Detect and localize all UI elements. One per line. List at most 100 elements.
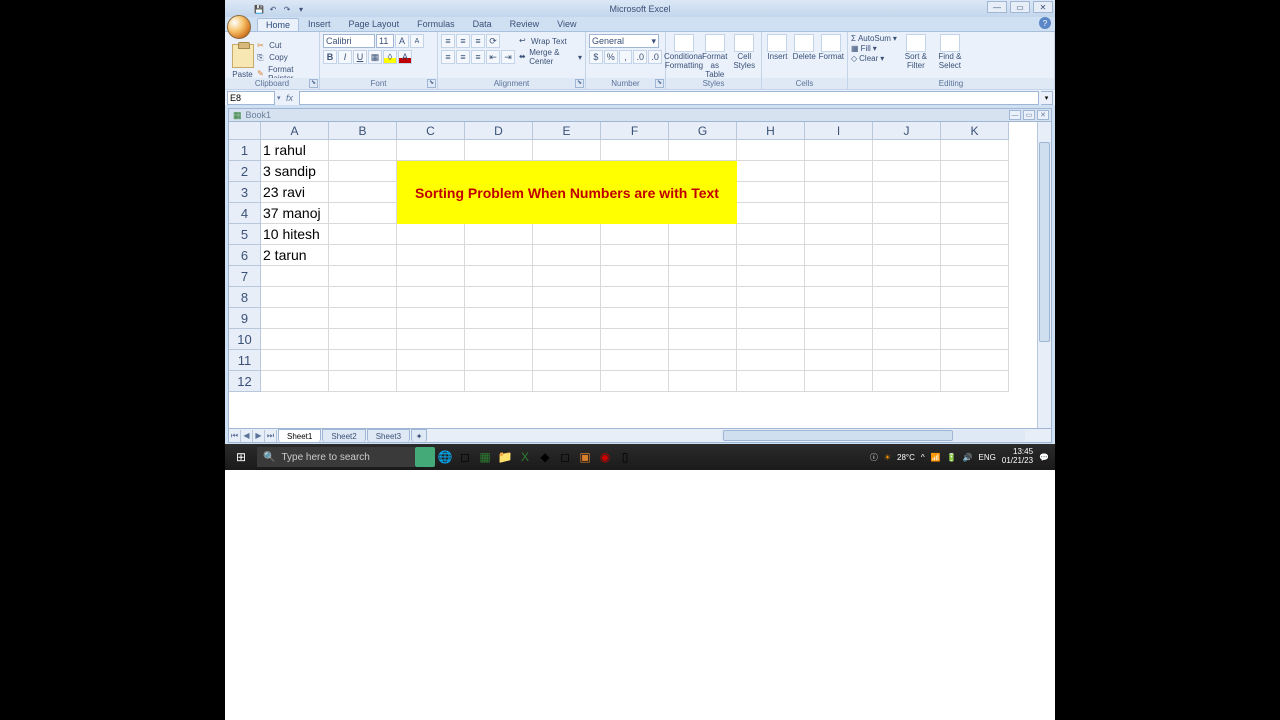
font-size-select[interactable]: 11 xyxy=(376,34,394,48)
row-header-9[interactable]: 9 xyxy=(229,308,261,329)
tab-view[interactable]: View xyxy=(548,17,585,31)
tray-help-icon[interactable]: ⓘ xyxy=(870,452,878,463)
increase-decimal-button[interactable]: .0 xyxy=(633,50,647,64)
autosum-button[interactable]: ΣAutoSum▾ xyxy=(851,34,897,43)
sheet-tab-2[interactable]: Sheet2 xyxy=(322,429,365,442)
wb-restore[interactable]: ▭ xyxy=(1023,110,1035,120)
align-center-button[interactable]: ≡ xyxy=(456,50,470,64)
taskbar-search[interactable]: 🔍 Type here to search xyxy=(257,447,415,467)
qat-redo[interactable]: ↷ xyxy=(281,3,293,15)
tray-volume-icon[interactable]: 🔊 xyxy=(963,453,973,462)
decrease-indent-button[interactable]: ⇤ xyxy=(486,50,500,64)
select-all-corner[interactable] xyxy=(229,122,261,140)
align-middle-button[interactable]: ≡ xyxy=(456,34,470,48)
tab-formulas[interactable]: Formulas xyxy=(408,17,464,31)
align-bottom-button[interactable]: ≡ xyxy=(471,34,485,48)
fill-color-button[interactable]: ◊ xyxy=(383,50,397,64)
fx-button[interactable]: fx xyxy=(283,91,297,105)
tray-battery-icon[interactable]: 🔋 xyxy=(947,453,957,462)
border-button[interactable]: ▦ xyxy=(368,50,382,64)
orientation-button[interactable]: ⟳ xyxy=(486,34,500,48)
row-header-12[interactable]: 12 xyxy=(229,371,261,392)
underline-button[interactable]: U xyxy=(353,50,367,64)
row-header-8[interactable]: 8 xyxy=(229,287,261,308)
col-header-J[interactable]: J xyxy=(873,122,941,140)
tray-chevron[interactable]: ^ xyxy=(921,453,925,462)
col-header-G[interactable]: G xyxy=(669,122,737,140)
tb-explorer[interactable]: 📁 xyxy=(495,447,515,467)
col-header-I[interactable]: I xyxy=(805,122,873,140)
row-header-6[interactable]: 6 xyxy=(229,245,261,266)
qat-undo[interactable]: ↶ xyxy=(267,3,279,15)
number-dialog[interactable]: ⬊ xyxy=(655,79,664,88)
col-header-H[interactable]: H xyxy=(737,122,805,140)
tray-notifications-icon[interactable]: 💬 xyxy=(1039,453,1049,462)
sheet-tab-3[interactable]: Sheet3 xyxy=(367,429,410,442)
help-button[interactable]: ? xyxy=(1039,17,1051,29)
col-header-K[interactable]: K xyxy=(941,122,1009,140)
tab-data[interactable]: Data xyxy=(464,17,501,31)
start-button[interactable]: ⊞ xyxy=(225,444,257,470)
tray-clock[interactable]: 13:45 01/21/23 xyxy=(1002,448,1033,466)
tb-excel2[interactable]: X xyxy=(515,447,535,467)
row-header-10[interactable]: 10 xyxy=(229,329,261,350)
align-left-button[interactable]: ≡ xyxy=(441,50,455,64)
cut-button[interactable]: ✂Cut xyxy=(257,41,316,51)
row-header-1[interactable]: 1 xyxy=(229,140,261,161)
align-top-button[interactable]: ≡ xyxy=(441,34,455,48)
close-button[interactable]: ✕ xyxy=(1033,1,1053,13)
office-button[interactable] xyxy=(227,15,251,39)
font-name-select[interactable]: Calibri xyxy=(323,34,375,48)
grow-font-button[interactable]: A xyxy=(395,34,409,48)
cell-B1[interactable] xyxy=(329,140,397,161)
cell-A3[interactable]: 23 ravi xyxy=(261,182,329,203)
font-dialog[interactable]: ⬊ xyxy=(427,79,436,88)
tb-app-1[interactable] xyxy=(415,447,435,467)
tb-chrome[interactable]: 🌐 xyxy=(435,447,455,467)
tab-insert[interactable]: Insert xyxy=(299,17,340,31)
clipboard-dialog[interactable]: ⬊ xyxy=(309,79,318,88)
wb-minimize[interactable]: — xyxy=(1009,110,1021,120)
formula-input[interactable] xyxy=(299,91,1039,105)
cell-A6[interactable]: 2 tarun xyxy=(261,245,329,266)
row-header-2[interactable]: 2 xyxy=(229,161,261,182)
row-header-11[interactable]: 11 xyxy=(229,350,261,371)
sheet-tab-1[interactable]: Sheet1 xyxy=(278,429,321,442)
row-header-3[interactable]: 3 xyxy=(229,182,261,203)
increase-indent-button[interactable]: ⇥ xyxy=(501,50,515,64)
tb-app-5[interactable]: ▣ xyxy=(575,447,595,467)
font-color-button[interactable]: A xyxy=(398,50,412,64)
tb-app-3[interactable]: ◆ xyxy=(535,447,555,467)
tb-app-6[interactable]: ◉ xyxy=(595,447,615,467)
sheet-nav-last[interactable]: ⏭ xyxy=(265,430,277,442)
name-box[interactable]: E8 xyxy=(227,91,275,105)
tb-excel[interactable]: ▦ xyxy=(475,447,495,467)
cell-A1[interactable]: 1 rahul xyxy=(261,140,329,161)
tab-page-layout[interactable]: Page Layout xyxy=(340,17,409,31)
fill-button[interactable]: ▦Fill▾ xyxy=(851,44,897,53)
alignment-dialog[interactable]: ⬊ xyxy=(575,79,584,88)
clear-button[interactable]: ◇Clear▾ xyxy=(851,54,897,63)
percent-button[interactable]: % xyxy=(604,50,618,64)
italic-button[interactable]: I xyxy=(338,50,352,64)
tb-app-2[interactable]: ◻ xyxy=(455,447,475,467)
row-header-5[interactable]: 5 xyxy=(229,224,261,245)
horizontal-scrollbar[interactable] xyxy=(709,430,1037,441)
decrease-decimal-button[interactable]: .0 xyxy=(648,50,662,64)
currency-button[interactable]: $ xyxy=(589,50,603,64)
sheet-nav-first[interactable]: ⏮ xyxy=(229,430,241,442)
merge-center-button[interactable]: ⬌Merge & Center▾ xyxy=(519,50,582,64)
col-header-F[interactable]: F xyxy=(601,122,669,140)
row-header-7[interactable]: 7 xyxy=(229,266,261,287)
number-format-select[interactable]: General▾ xyxy=(589,34,659,48)
cell-A5[interactable]: 10 hitesh xyxy=(261,224,329,245)
sheet-nav-next[interactable]: ▶ xyxy=(253,430,265,442)
col-header-E[interactable]: E xyxy=(533,122,601,140)
copy-button[interactable]: ⎘Copy xyxy=(257,53,316,63)
shrink-font-button[interactable]: A xyxy=(410,34,424,48)
tab-review[interactable]: Review xyxy=(501,17,549,31)
align-right-button[interactable]: ≡ xyxy=(471,50,485,64)
cell-A4[interactable]: 37 manoj xyxy=(261,203,329,224)
wb-close[interactable]: ✕ xyxy=(1037,110,1049,120)
row-header-4[interactable]: 4 xyxy=(229,203,261,224)
